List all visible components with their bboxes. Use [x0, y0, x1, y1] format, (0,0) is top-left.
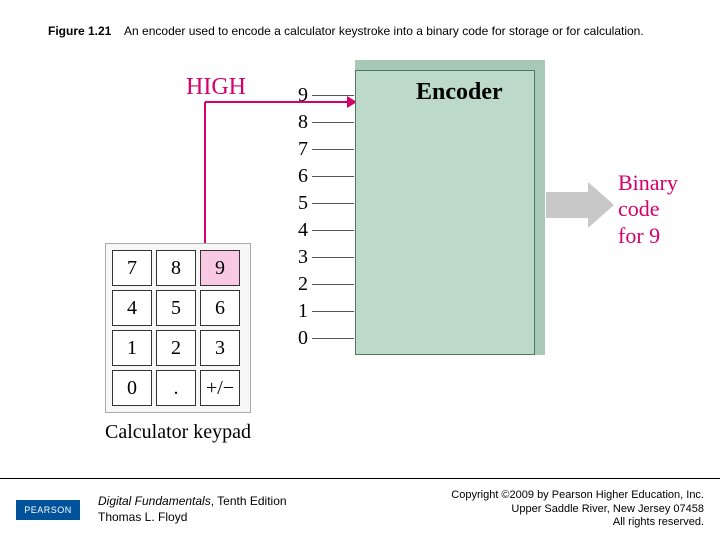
encoder-input-1: 1 — [290, 298, 354, 325]
keypad-key-0[interactable]: 0 — [112, 370, 152, 406]
encoder-input-number: 4 — [290, 219, 308, 242]
encoder-box: Encoder — [355, 70, 535, 355]
diagram-stage: HIGH 9876543210 Encoder Binary code for … — [60, 60, 660, 420]
keypad-key-7[interactable]: 7 — [112, 250, 152, 286]
book-info: Digital Fundamentals, Tenth Edition Thom… — [98, 494, 287, 525]
keypad-key-xxx[interactable]: +/− — [200, 370, 240, 406]
encoder-input-line-icon — [312, 284, 354, 285]
copyright-line3: All rights reserved. — [451, 516, 704, 530]
encoder-input-5: 5 — [290, 190, 354, 217]
keypad-key-9[interactable]: 9 — [200, 250, 240, 286]
encoder-input-0: 0 — [290, 325, 354, 352]
encoder-input-number: 8 — [290, 111, 308, 134]
encoder-label: Encoder — [416, 79, 503, 106]
encoder-input-2: 2 — [290, 271, 354, 298]
keypad-key-8[interactable]: 8 — [156, 250, 196, 286]
encoder-input-number: 1 — [290, 300, 308, 323]
copyright-line2: Upper Saddle River, New Jersey 07458 — [451, 503, 704, 517]
encoder-input-3: 3 — [290, 244, 354, 271]
encoder-input-8: 8 — [290, 109, 354, 136]
encoder-input-9: 9 — [290, 82, 354, 109]
author: Thomas L. Floyd — [98, 510, 287, 526]
output-label-line2: code for 9 — [618, 196, 678, 249]
keypad-key-2[interactable]: 2 — [156, 330, 196, 366]
figure-number: Figure 1.21 — [48, 24, 111, 38]
encoder-input-lines: 9 8 7 6 5 4 3 2 1 0 — [290, 82, 354, 352]
keypad-grid: 789 456 123 0.+/− — [105, 243, 251, 413]
encoder-input-line-icon — [312, 230, 354, 231]
encoder-input-number: 6 — [290, 165, 308, 188]
book-title: Digital Fundamentals — [98, 494, 211, 508]
encoder-input-number: 7 — [290, 138, 308, 161]
encoder-input-number: 9 — [290, 84, 308, 107]
encoder-input-number: 0 — [290, 327, 308, 350]
encoder-input-line-icon — [312, 311, 354, 312]
pearson-logo: PEARSON — [16, 500, 80, 520]
figure-caption-text: An encoder used to encode a calculator k… — [124, 24, 644, 38]
encoder-input-number: 2 — [290, 273, 308, 296]
encoder-input-line-icon — [312, 95, 354, 96]
encoder-input-7: 7 — [290, 136, 354, 163]
encoder-input-line-icon — [312, 122, 354, 123]
keypad-key-1[interactable]: 1 — [112, 330, 152, 366]
encoder-input-4: 4 — [290, 217, 354, 244]
copyright-line1: Copyright ©2009 by Pearson Higher Educat… — [451, 489, 704, 503]
figure-caption: Figure 1.21 An encoder used to encode a … — [48, 24, 644, 38]
encoder-input-line-icon — [312, 149, 354, 150]
encoder-input-6: 6 — [290, 163, 354, 190]
keypad-key-4[interactable]: 4 — [112, 290, 152, 326]
encoder-input-line-icon — [312, 257, 354, 258]
keypad-key-3[interactable]: 3 — [200, 330, 240, 366]
keypad-label: Calculator keypad — [105, 421, 251, 444]
encoder-input-line-icon — [312, 176, 354, 177]
keypad-key-6[interactable]: 6 — [200, 290, 240, 326]
output-label: Binary code for 9 — [618, 170, 678, 249]
output-arrow-icon — [546, 180, 616, 230]
encoder-input-number: 5 — [290, 192, 308, 215]
copyright: Copyright ©2009 by Pearson Higher Educat… — [451, 489, 704, 530]
keypad-key-x[interactable]: . — [156, 370, 196, 406]
output-label-line1: Binary — [618, 170, 678, 196]
book-edition: , Tenth Edition — [211, 494, 287, 508]
keypad-key-5[interactable]: 5 — [156, 290, 196, 326]
footer: PEARSON Digital Fundamentals, Tenth Edit… — [0, 478, 720, 540]
encoder-input-number: 3 — [290, 246, 308, 269]
encoder-input-line-icon — [312, 203, 354, 204]
encoder-input-line-icon — [312, 338, 354, 339]
keypad-block: 789 456 123 0.+/− Calculator keypad — [105, 243, 251, 444]
